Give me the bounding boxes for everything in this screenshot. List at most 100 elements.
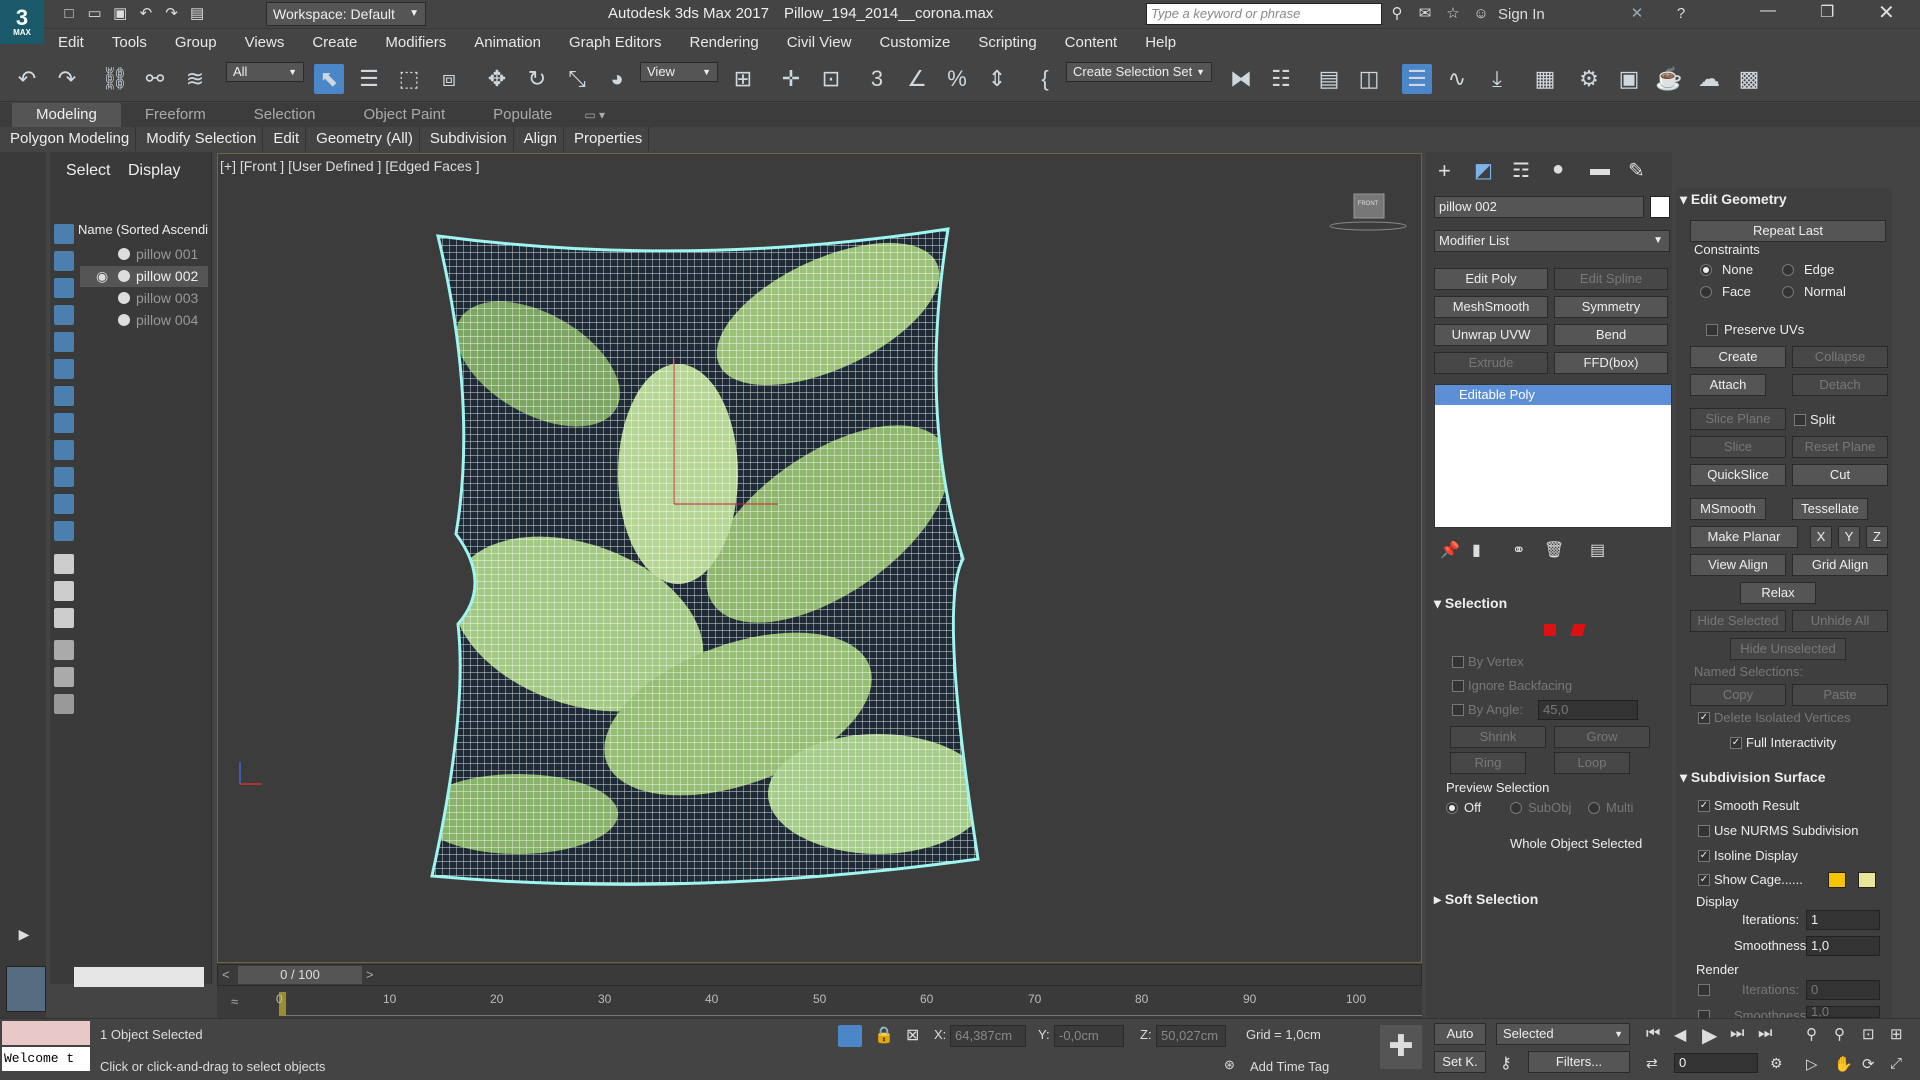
schematic-view-icon[interactable]: ⤓ (1482, 64, 1512, 94)
menu-group[interactable]: Group (161, 29, 231, 56)
redo-icon[interactable]: ↷ (161, 3, 183, 25)
place-icon[interactable]: ◕ (602, 64, 632, 94)
object-color-swatch[interactable] (1650, 196, 1670, 218)
display-groups-icon[interactable] (54, 386, 74, 406)
maximize-icon[interactable]: ❐ (1820, 2, 1834, 22)
help-icon[interactable]: ? (1670, 3, 1692, 25)
maxscript-listener[interactable] (2, 1021, 90, 1045)
menu-edit[interactable]: Edit (44, 29, 98, 56)
menu-modifiers[interactable]: Modifiers (371, 29, 460, 56)
repeat-last-button[interactable]: Repeat Last (1690, 220, 1886, 242)
field-of-view-icon[interactable]: ▷ (1806, 1055, 1818, 1073)
expand-panel-icon[interactable]: ▶ (14, 924, 34, 944)
pin-stack-icon[interactable]: 📌 (1440, 540, 1460, 560)
planar-y-button[interactable]: Y (1838, 526, 1860, 548)
constraint-none-radio[interactable] (1700, 264, 1712, 276)
preview-subobj-radio[interactable] (1510, 802, 1522, 814)
curve-editor-icon[interactable]: ∿ (1442, 64, 1472, 94)
search-input[interactable]: Type a keyword or phrase (1146, 3, 1382, 25)
make-planar-button[interactable]: Make Planar (1690, 526, 1798, 548)
meshsmooth-button[interactable]: MeshSmooth (1434, 296, 1548, 318)
constraint-edge-radio[interactable] (1782, 264, 1794, 276)
relax-button[interactable]: Relax (1740, 582, 1816, 604)
spinner-snap-icon[interactable]: ⇕ (982, 64, 1012, 94)
by-vertex-checkbox[interactable] (1452, 656, 1464, 668)
ribbon-geometry-all[interactable]: Geometry (All) (310, 127, 420, 151)
edit-spline-button[interactable]: Edit Spline (1554, 268, 1668, 290)
undo-icon[interactable]: ↶ (12, 64, 42, 94)
key-mode-toggle-icon[interactable]: ⇄ (1646, 1055, 1658, 1072)
redo-icon[interactable]: ↷ (52, 64, 82, 94)
isoline-checkbox[interactable]: ✓ (1698, 850, 1710, 862)
remove-modifier-icon[interactable]: 🗑 (1544, 540, 1564, 560)
use-nurms-checkbox[interactable] (1698, 825, 1710, 837)
app-logo[interactable]: 3 MAX (0, 0, 44, 44)
hierarchy-tab-icon[interactable]: ☶ (1512, 158, 1530, 183)
collapse-button[interactable]: Collapse (1792, 346, 1888, 368)
ribbon-align[interactable]: Align (518, 127, 564, 151)
time-slider[interactable]: < 0 / 100 > (217, 964, 1422, 986)
tab-object-paint[interactable]: Object Paint (339, 103, 469, 127)
attach-button[interactable]: Attach (1690, 374, 1766, 396)
go-to-end-icon[interactable]: ⏭ (1758, 1025, 1772, 1043)
x-coordinate-field[interactable]: 64,387cm (950, 1025, 1026, 1047)
render-iterative-icon[interactable]: ☁ (1694, 64, 1724, 94)
edit-geometry-header[interactable]: ▾ Edit Geometry (1680, 188, 1787, 210)
msmooth-button[interactable]: MSmooth (1690, 498, 1766, 520)
key-filter-dropdown[interactable]: Selected ▼ (1496, 1023, 1630, 1045)
close-icon[interactable]: ✕ (1878, 0, 1895, 25)
page-icon[interactable] (54, 581, 74, 601)
angle-spinner[interactable]: 45,0 (1538, 700, 1638, 720)
curve-mini-icon[interactable]: ≈ (231, 994, 238, 1009)
zoom-all-icon[interactable]: ⚲ (1834, 1025, 1845, 1043)
zoom-extents-all-icon[interactable]: ⊞ (1890, 1025, 1903, 1043)
preview-off-radio[interactable] (1446, 802, 1458, 814)
orbit-icon[interactable]: ⟳ (1862, 1055, 1875, 1073)
mirror-icon[interactable]: ⧓ (1226, 64, 1256, 94)
list-item[interactable]: pillow 003 (80, 288, 208, 309)
cut-button[interactable]: Cut (1792, 464, 1888, 486)
zoom-extents-icon[interactable]: ⊡ (1862, 1025, 1875, 1043)
display-helpers-icon[interactable] (54, 332, 74, 352)
bind-space-warp-icon[interactable]: ≋ (180, 64, 210, 94)
notes-icon[interactable] (54, 608, 74, 628)
show-end-result-icon[interactable]: ▮ (1472, 540, 1481, 560)
ribbon-properties[interactable]: Properties (568, 127, 650, 151)
hide-unselected-button[interactable]: Hide Unselected (1730, 638, 1846, 660)
extrude-button[interactable]: Extrude (1434, 352, 1548, 374)
star-icon[interactable]: ☆ (1442, 3, 1464, 25)
planar-x-button[interactable]: X (1810, 526, 1832, 548)
render-iterations-checkbox[interactable] (1698, 984, 1710, 996)
display-xrefs-icon[interactable] (54, 413, 74, 433)
link-icon[interactable]: ⛓ (100, 64, 130, 94)
time-slider-thumb[interactable]: 0 / 100 (238, 966, 362, 984)
tab-display[interactable]: Display (128, 162, 180, 180)
copy-button[interactable]: Copy (1690, 684, 1786, 706)
ignore-backfacing-checkbox[interactable] (1452, 680, 1464, 692)
stack-item-editable-poly[interactable]: Editable Poly (1435, 385, 1671, 405)
prev-frame-button[interactable]: < (222, 967, 230, 982)
planar-z-button[interactable]: Z (1866, 526, 1888, 548)
select-by-name-icon[interactable]: ☰ (354, 64, 384, 94)
undo-icon[interactable]: ↶ (135, 3, 157, 25)
scale-icon[interactable]: ⤡ (562, 64, 592, 94)
ribbon-modify-selection[interactable]: Modify Selection (140, 127, 264, 151)
display-containers-icon[interactable] (54, 467, 74, 487)
cage-color-swatch-1[interactable] (1828, 872, 1846, 888)
quickslice-button[interactable]: QuickSlice (1690, 464, 1786, 486)
layer-explorer-icon[interactable]: ▤ (1314, 64, 1344, 94)
display-tab-icon[interactable]: ▬ (1590, 158, 1610, 181)
ffd-box-button[interactable]: FFD(box) (1554, 352, 1668, 374)
add-time-tag[interactable]: Add Time Tag (1250, 1059, 1329, 1074)
y-coordinate-field[interactable]: -0,0cm (1054, 1025, 1124, 1047)
reference-coord-dropdown[interactable]: View ▼ (640, 62, 718, 82)
display-particles-icon[interactable] (54, 494, 74, 514)
menu-customize[interactable]: Customize (865, 29, 964, 56)
display-shapes-icon[interactable] (54, 251, 74, 271)
auto-key-button[interactable]: Auto (1434, 1023, 1486, 1045)
element-mode-icon[interactable] (1544, 624, 1556, 636)
modify-tab-icon[interactable]: ◩ (1474, 158, 1493, 183)
current-frame-field[interactable]: 0 (1674, 1053, 1758, 1073)
sign-in-link[interactable]: Sign In (1498, 6, 1545, 23)
zoom-icon[interactable]: ⚲ (1806, 1025, 1817, 1043)
